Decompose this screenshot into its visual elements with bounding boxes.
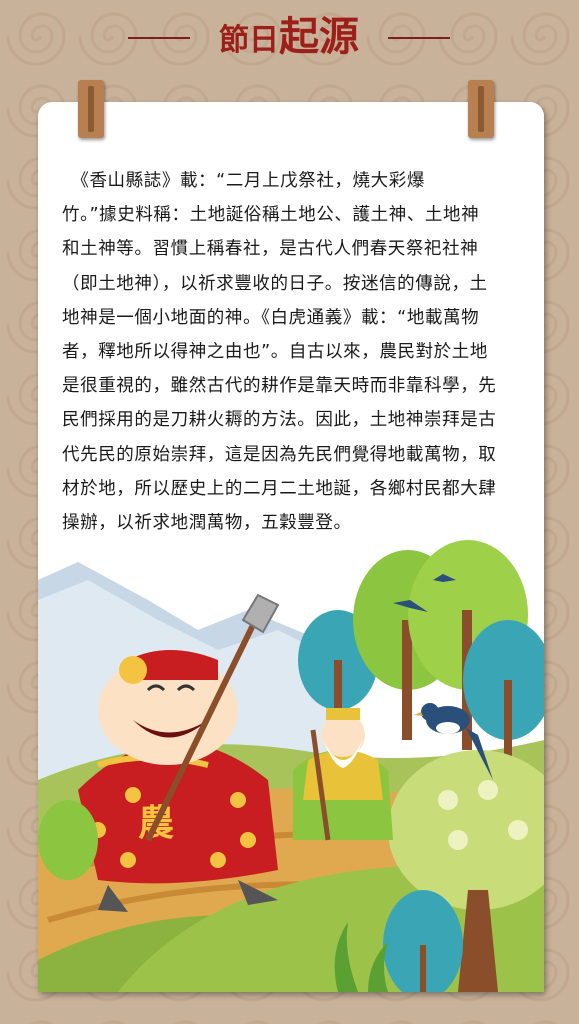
article-line: 材於地，所以歷史上的二月二土地誕，各鄉村民都大肆 [62, 478, 497, 499]
illustration-farmer-earth-god: 農 [38, 540, 544, 992]
article-line: 代先民的原始崇拜，這是因為先民們覺得地載萬物，取 [62, 444, 497, 465]
article-line: 和土神等。習慣上稱春社，是古代人們春天祭祀社神 [62, 239, 479, 260]
article-line: 者，釋地所以得神之由也”。自古以來，農民對於土地 [62, 342, 488, 363]
page-title-small: 節日 [219, 23, 279, 58]
wooden-clip-right-icon [468, 80, 494, 138]
article-line: 竹。”據史料稱：土地誕俗稱土地公、護土神、土地神 [62, 205, 480, 226]
page-title: 節日起源 [190, 4, 388, 62]
header-divider-left [128, 37, 190, 39]
article-line: （即土地神），以祈求豐收的日子。按迷信的傳說，土 [62, 273, 488, 294]
article-line: 《香山縣誌》載：“二月上戊祭社，燒大彩爆 [62, 171, 425, 191]
article-line: 操辦，以祈求地潤萬物，五穀豐登。 [62, 513, 352, 534]
wooden-clip-left-icon [78, 80, 104, 138]
article-line: 地神是一個小地面的神。《白虎通義》載：“地載萬物 [62, 307, 480, 328]
page-title-big: 起源 [279, 14, 359, 60]
header: 節日起源 [0, 0, 579, 70]
article-line: 是很重視的，雖然古代的耕作是靠天時而非靠科學，先 [62, 376, 497, 397]
header-divider-right [388, 37, 450, 39]
article-body: 《香山縣誌》載：“二月上戊祭社，燒大彩爆 竹。”據史料稱：土地誕俗稱土地公、護土… [62, 164, 522, 540]
article-line: 民們採用的是刀耕火耨的方法。因此，土地神崇拜是古 [62, 410, 497, 431]
